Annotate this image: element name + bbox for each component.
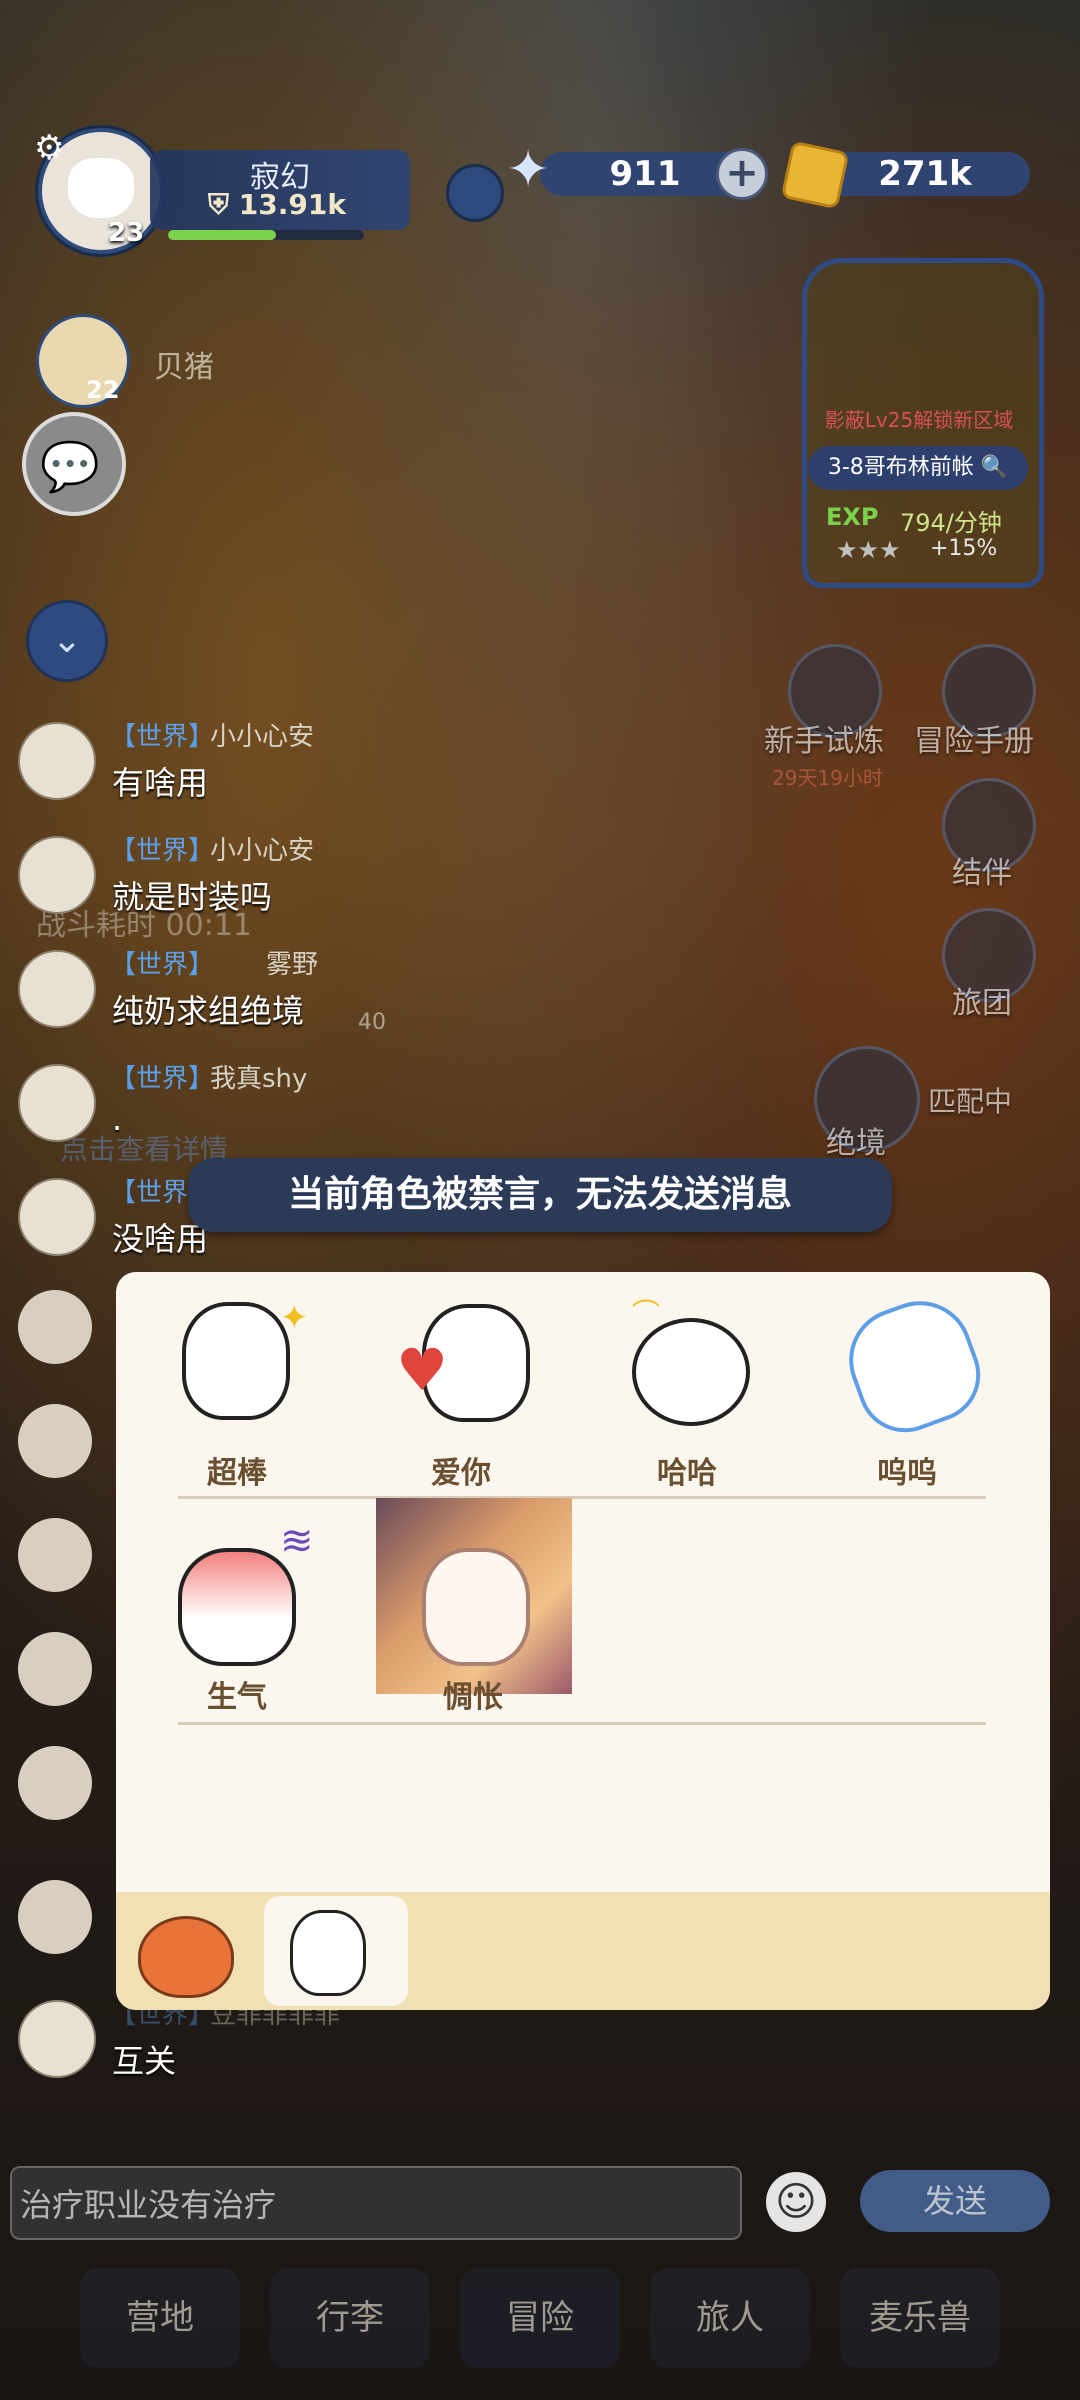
companion-level: 22: [86, 376, 120, 404]
sticker-label: 惆怅: [443, 1680, 503, 1715]
peril-label[interactable]: 绝境: [826, 1118, 886, 1162]
chat-text: 就是时装吗: [112, 878, 273, 916]
tab-travelers[interactable]: 旅人: [650, 2268, 810, 2368]
chat-channel: 【世界】: [110, 950, 215, 980]
sticker-label: 生气: [207, 1680, 267, 1715]
sticker-melancholy[interactable]: [376, 1498, 572, 1694]
matching-status: 匹配中: [928, 1085, 1013, 1118]
sticker-sob[interactable]: [832, 1286, 994, 1446]
avatar[interactable]: [18, 1178, 96, 1256]
emoji-panel: ✦ 超棒 ♥ 爱你 ⌒ 哈哈 呜呜 ≋ 生气 惆怅: [116, 1272, 1050, 2010]
sticker-haha[interactable]: ⌒: [612, 1292, 762, 1432]
quest-unlock-text: 影蔽Lv25解锁新区域: [824, 408, 1014, 432]
smiley-icon[interactable]: ☺: [766, 2172, 826, 2232]
novice-trial-timer: 29天19小时: [772, 766, 883, 790]
send-button[interactable]: 发送: [860, 2170, 1050, 2232]
chat-sender[interactable]: 小小心安: [210, 830, 314, 867]
chat-message: 【世界】 雾野 纯奶求组绝境: [18, 940, 758, 1050]
mute-toast: 当前角色被禁言，无法发送消息: [188, 1158, 892, 1232]
tab-fox-stickers[interactable]: [128, 1906, 240, 1998]
exp-rate: 794/分钟: [900, 509, 1002, 537]
adventure-book-label[interactable]: 冒险手册: [914, 716, 1034, 760]
bear-icon: [290, 1910, 366, 1996]
tab-camp[interactable]: 营地: [80, 2268, 240, 2368]
guild-icon[interactable]: [446, 164, 504, 222]
player-power: ⛨ 13.91k: [208, 188, 346, 222]
gem-icon: ✦: [506, 140, 550, 200]
chat-sender[interactable]: 雾野: [266, 944, 318, 981]
power-value: 13.91k: [238, 188, 346, 221]
coin-icon: [780, 140, 850, 210]
avatar[interactable]: [18, 950, 96, 1028]
sparkle-icon: ✦: [280, 1298, 309, 1338]
chat-message: 【世界】 小小心安 就是时装吗: [18, 826, 758, 936]
chat-bubble-icon: 💬: [40, 439, 100, 495]
player-exp-bar: [168, 230, 364, 240]
chat-sender[interactable]: 我真shy: [210, 1058, 307, 1095]
emoji-category-tabs: [116, 1892, 1050, 2010]
novice-trial-label[interactable]: 新手试炼: [764, 716, 884, 760]
tab-luggage[interactable]: 行李: [270, 2268, 430, 2368]
chat-channel: 【世界】: [110, 722, 215, 752]
quest-stage[interactable]: 3-8哥布林前帐 🔍: [808, 446, 1028, 490]
partner-label[interactable]: 结伴: [952, 848, 1012, 892]
divider: [178, 1496, 986, 1499]
avatar[interactable]: [18, 1064, 96, 1142]
sticker-love-you[interactable]: ♥: [386, 1292, 536, 1432]
avatar[interactable]: [18, 1518, 92, 1592]
divider: [178, 1722, 986, 1725]
add-gems-button[interactable]: +: [716, 148, 768, 200]
exp-label: EXP: [826, 503, 879, 531]
steam-icon: ≋: [280, 1518, 314, 1564]
gem-value: 911: [609, 154, 681, 194]
quest-bonus: +15%: [930, 536, 998, 561]
avatar[interactable]: [18, 1746, 92, 1820]
sticker-label: 爱你: [431, 1456, 491, 1491]
quest-stars: ★★★: [836, 536, 901, 564]
coin-value: 271k: [878, 154, 972, 194]
chat-message: 【世界】 小小心安 有啥用: [18, 712, 758, 822]
sticker-angry[interactable]: ≋: [162, 1518, 314, 1666]
chevron-down-icon[interactable]: ⌄: [26, 600, 108, 682]
sticker-label: 超棒: [207, 1456, 267, 1491]
chat-sender[interactable]: 小小心安: [210, 716, 314, 753]
tab-bear-stickers[interactable]: [264, 1896, 408, 2006]
avatar[interactable]: [18, 1632, 92, 1706]
chat-toggle-button[interactable]: 💬: [22, 412, 126, 516]
avatar[interactable]: [18, 2000, 96, 2078]
chat-message: 【世界】 我真shy .: [18, 1054, 758, 1164]
search-icon[interactable]: 🔍: [981, 455, 1008, 480]
sticker-great[interactable]: ✦: [162, 1292, 312, 1432]
chat-input-value: 治疗职业没有治疗: [20, 2186, 277, 2224]
avatar[interactable]: [18, 1290, 92, 1364]
avatar[interactable]: [18, 722, 96, 800]
avatar[interactable]: [18, 1404, 92, 1478]
player-level: 23: [108, 218, 145, 248]
avatar[interactable]: [18, 836, 96, 914]
chat-text: .: [112, 1100, 123, 1138]
settings-icon[interactable]: ⚙: [34, 128, 64, 168]
travel-group-label[interactable]: 旅团: [952, 978, 1012, 1022]
quest-stage-label: 3-8哥布林前帐: [827, 455, 974, 480]
chat-channel: 【世界】: [110, 1064, 215, 1094]
chat-text: 有啥用: [112, 764, 209, 802]
chat-text: 纯奶求组绝境: [112, 992, 305, 1030]
sticker-label: 呜呜: [877, 1456, 937, 1491]
tab-mellow-beasts[interactable]: 麦乐兽: [840, 2268, 1000, 2368]
companion-name: 贝猪: [154, 350, 214, 385]
tab-adventure[interactable]: 冒险: [460, 2268, 620, 2368]
heart-icon: ♥: [396, 1336, 448, 1404]
chat-channel: 【世界】: [110, 836, 215, 866]
chat-text: 互关: [112, 2042, 177, 2080]
avatar[interactable]: [18, 1880, 92, 1954]
sticker-label: 哈哈: [657, 1456, 717, 1491]
shield-icon: ⛨: [208, 188, 239, 221]
sparkle-icon: ⌒: [632, 1297, 661, 1330]
fox-icon: [138, 1916, 234, 1998]
